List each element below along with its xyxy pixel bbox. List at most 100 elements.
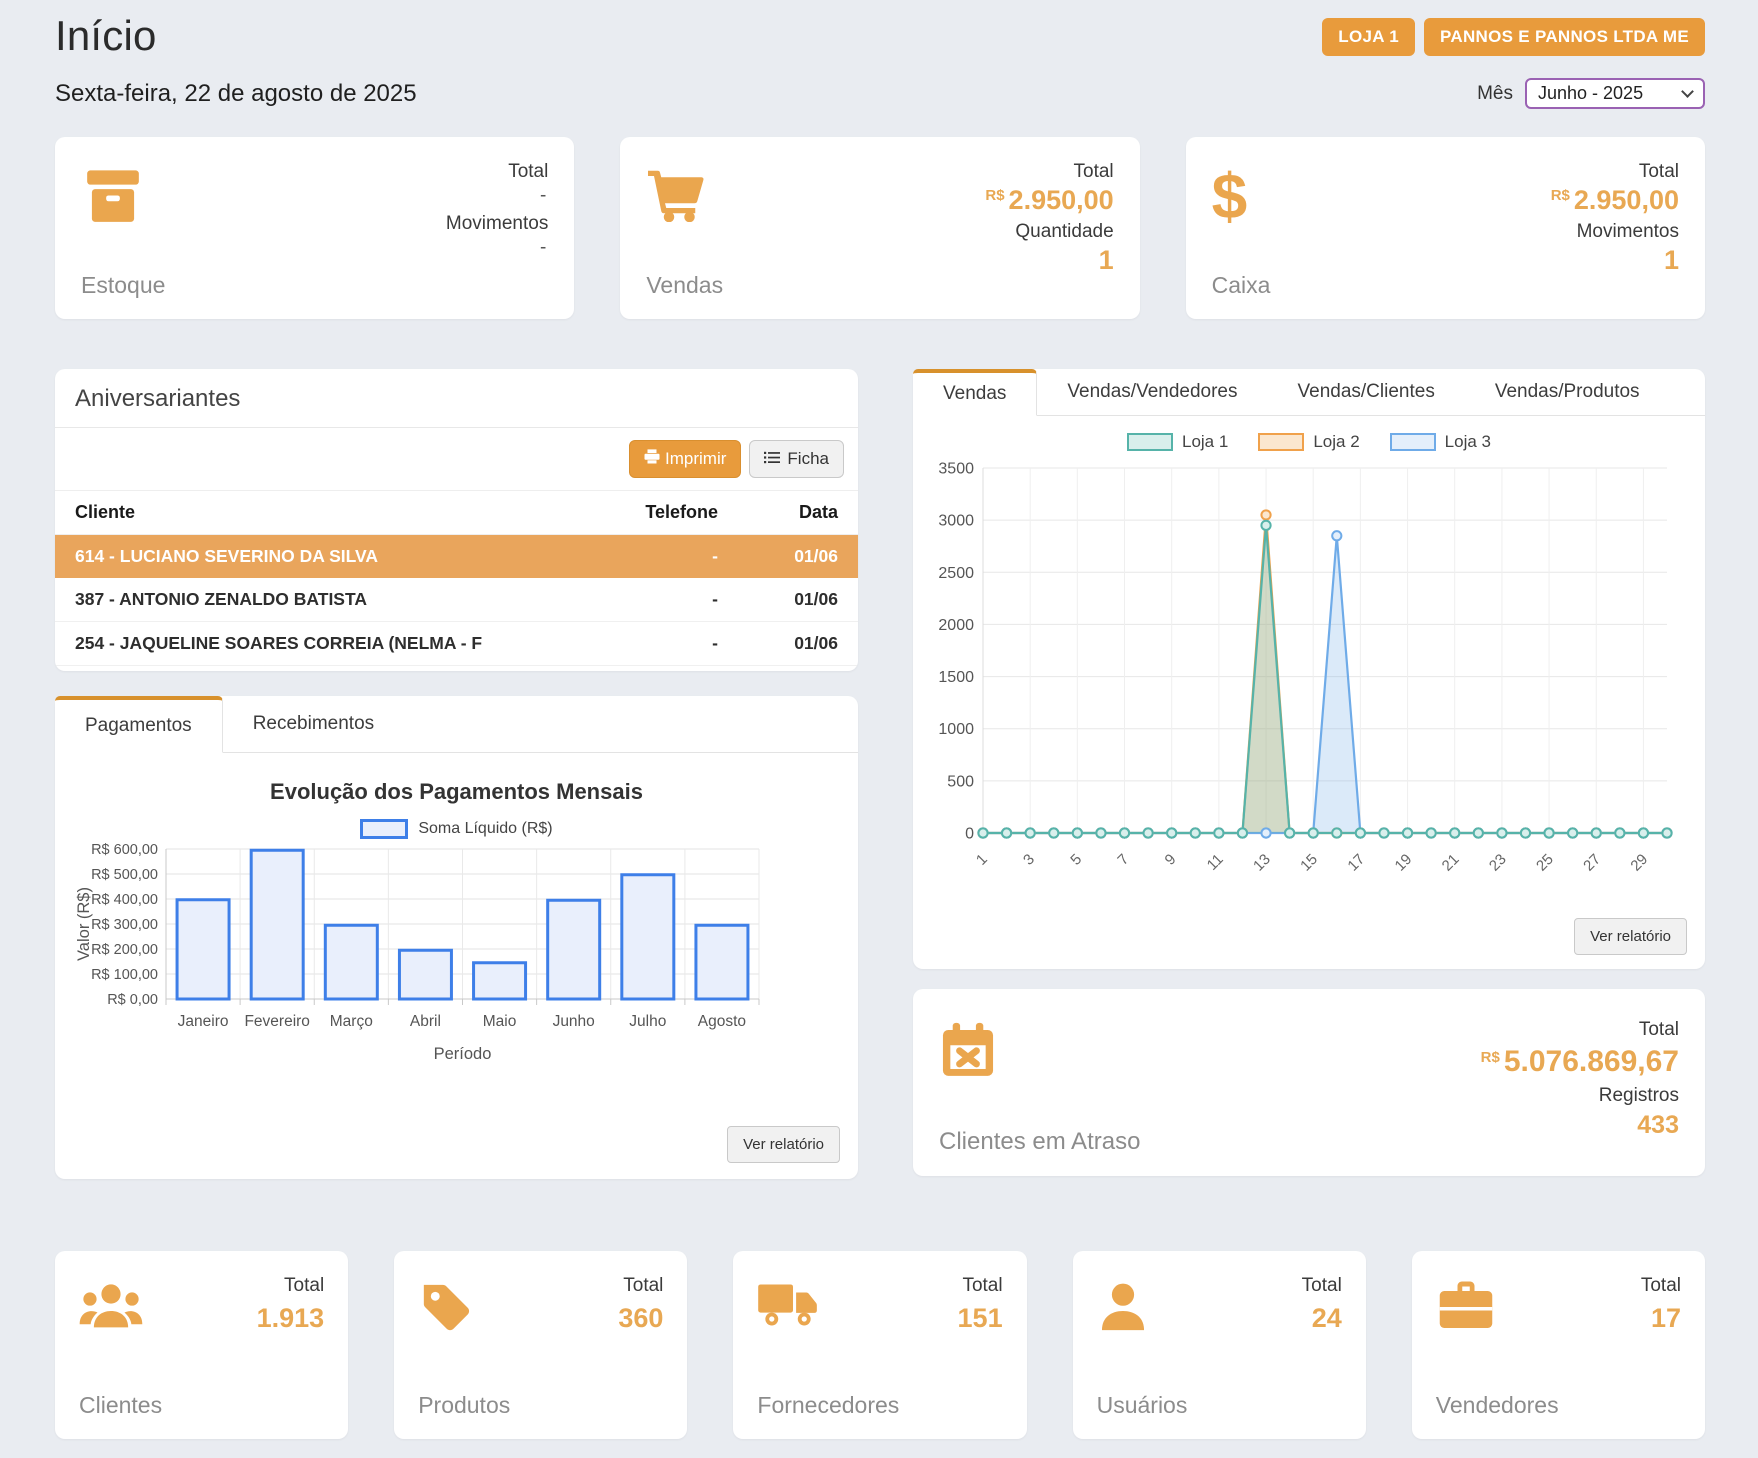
summary-card-clientes[interactable]: Clientes Total 1.913 xyxy=(55,1251,348,1439)
svg-text:R$ 400,00: R$ 400,00 xyxy=(91,892,158,908)
summary-card-right: Total24 xyxy=(1302,1273,1342,1419)
summary-card-title: Usuários xyxy=(1097,1392,1188,1419)
tab-vendas-produtos[interactable]: Vendas/Produtos xyxy=(1465,369,1670,415)
archive-icon xyxy=(81,167,165,230)
truck-icon xyxy=(757,1279,899,1334)
payments-bar-chart: R$ 0,00R$ 100,00R$ 200,00R$ 300,00R$ 400… xyxy=(71,843,771,1069)
payments-ver-relatorio-button[interactable]: Ver relatório xyxy=(727,1126,840,1163)
stat-card-left: Estoque xyxy=(81,159,165,299)
svg-text:Maio: Maio xyxy=(483,1013,517,1030)
month-select[interactable]: Junho - 2025 xyxy=(1525,78,1705,109)
summary-card-left: Usuários xyxy=(1097,1273,1188,1419)
svg-text:2000: 2000 xyxy=(938,617,974,634)
summary-card-usu-rios[interactable]: Usuários Total24 xyxy=(1073,1251,1366,1439)
header-right: LOJA 1 PANNOS E PANNOS LTDA ME Mês Junho… xyxy=(1322,12,1705,109)
stat-metric-value: R$2.950,00 xyxy=(985,186,1113,214)
svg-text:7: 7 xyxy=(1114,851,1132,869)
svg-text:19: 19 xyxy=(1392,851,1416,875)
company-button[interactable]: PANNOS E PANNOS LTDA ME xyxy=(1424,18,1705,56)
column-cliente: Cliente xyxy=(75,502,548,523)
svg-text:1500: 1500 xyxy=(938,669,974,686)
svg-text:9: 9 xyxy=(1162,851,1180,869)
summary-card-left: Clientes xyxy=(79,1273,162,1419)
middle-area: Aniversariantes Imprimir Ficha Cliente T… xyxy=(55,369,1705,1179)
imprimir-button[interactable]: Imprimir xyxy=(629,440,741,478)
ficha-button[interactable]: Ficha xyxy=(749,440,844,478)
users-icon xyxy=(79,1279,162,1336)
overdue-right: Total R$5.076.869,67 Registros 433 xyxy=(1481,1013,1679,1156)
svg-text:R$ 0,00: R$ 0,00 xyxy=(107,992,158,1008)
svg-text:29: 29 xyxy=(1627,851,1651,875)
overdue-registros-value: 433 xyxy=(1637,1111,1679,1140)
summary-card-title: Produtos xyxy=(418,1392,510,1419)
header: Início Sexta-feira, 22 de agosto de 2025… xyxy=(55,12,1705,109)
month-row: Mês Junho - 2025 xyxy=(1477,78,1705,109)
aniversariantes-title: Aniversariantes xyxy=(55,369,858,428)
tab-recebimentos[interactable]: Recebimentos xyxy=(223,696,404,752)
legend-item[interactable]: Loja 1 xyxy=(1127,432,1228,452)
stat-metric-label: Movimentos xyxy=(446,213,548,235)
legend-item[interactable]: Loja 2 xyxy=(1258,432,1359,452)
summary-card-value: 360 xyxy=(618,1303,663,1334)
summary-card-fornecedores[interactable]: FornecedoresTotal151 xyxy=(733,1251,1026,1439)
row-data: 01/06 xyxy=(718,633,838,654)
legend-item[interactable]: Loja 3 xyxy=(1390,432,1491,452)
table-row[interactable]: 614 - LUCIANO SEVERINO DA SILVA-01/06 xyxy=(55,535,858,578)
row-cliente: 254 - JAQUELINE SOARES CORREIA (NELMA - … xyxy=(75,633,548,654)
sales-ver-relatorio-button[interactable]: Ver relatório xyxy=(1574,918,1687,955)
legend-swatch xyxy=(1258,433,1304,451)
list-icon xyxy=(764,449,780,469)
svg-text:R$ 300,00: R$ 300,00 xyxy=(91,917,158,933)
store-button[interactable]: LOJA 1 xyxy=(1322,18,1415,56)
overdue-total-value: R$5.076.869,67 xyxy=(1481,1045,1679,1079)
svg-text:15: 15 xyxy=(1297,851,1321,875)
tab-pagamentos[interactable]: Pagamentos xyxy=(55,696,223,753)
table-row[interactable]: 387 - ANTONIO ZENALDO BATISTA-01/06 xyxy=(55,578,858,622)
month-select-value: Junho - 2025 xyxy=(1538,83,1643,104)
summary-card-label: Total xyxy=(1302,1275,1342,1297)
stat-metric-label: Total xyxy=(1074,161,1114,183)
svg-text:3000: 3000 xyxy=(938,513,974,530)
stat-metric-label: Total xyxy=(508,161,548,183)
chevron-down-icon xyxy=(1681,85,1694,98)
svg-text:5: 5 xyxy=(1067,851,1085,869)
payments-panel: PagamentosRecebimentos Evolução dos Paga… xyxy=(55,696,858,1179)
tab-vendas-clientes[interactable]: Vendas/Clientes xyxy=(1268,369,1465,415)
stat-metric-label: Quantidade xyxy=(1015,221,1113,243)
svg-text:21: 21 xyxy=(1439,851,1463,875)
svg-text:Abril: Abril xyxy=(410,1013,441,1030)
svg-text:3: 3 xyxy=(1020,851,1038,869)
summary-card-label: Total xyxy=(623,1275,663,1297)
summary-card-label: Total xyxy=(284,1275,324,1297)
sales-panel: VendasVendas/VendedoresVendas/ClientesVe… xyxy=(913,369,1705,969)
summary-card-title: Vendedores xyxy=(1436,1392,1559,1419)
stat-metric-label: Total xyxy=(1639,161,1679,183)
summary-card-label: Total xyxy=(962,1275,1002,1297)
summary-card-vendedores[interactable]: VendedoresTotal17 xyxy=(1412,1251,1705,1439)
payments-tabs: PagamentosRecebimentos xyxy=(55,696,858,753)
row-data: 01/06 xyxy=(718,546,838,567)
summary-card-produtos[interactable]: Produtos Total 360 xyxy=(394,1251,687,1439)
legend-label: Loja 3 xyxy=(1445,432,1491,452)
table-row[interactable]: 254 - JAQUELINE SOARES CORREIA (NELMA - … xyxy=(55,622,858,666)
stat-card-metrics: TotalR$2.950,00Quantidade1 xyxy=(985,159,1113,299)
svg-text:Período: Período xyxy=(434,1045,492,1063)
tab-vendas[interactable]: Vendas xyxy=(913,369,1037,416)
payments-chart-title: Evolução dos Pagamentos Mensais xyxy=(55,779,858,805)
legend-label: Loja 1 xyxy=(1182,432,1228,452)
svg-text:1000: 1000 xyxy=(938,721,974,738)
stat-card-vendas: VendasTotalR$2.950,00Quantidade1 xyxy=(620,137,1139,319)
sales-chart: 0500100015002000250030003500135791113151… xyxy=(913,452,1705,916)
left-column: Aniversariantes Imprimir Ficha Cliente T… xyxy=(55,369,858,1179)
stat-metric-value: 1 xyxy=(1664,246,1679,274)
month-label: Mês xyxy=(1477,83,1513,105)
tab-vendas-vendedores[interactable]: Vendas/Vendedores xyxy=(1037,369,1267,415)
summary-card-value: 1.913 xyxy=(257,1303,325,1334)
page-date: Sexta-feira, 22 de agosto de 2025 xyxy=(55,80,417,108)
payments-chart: R$ 0,00R$ 100,00R$ 200,00R$ 300,00R$ 400… xyxy=(71,843,858,1074)
svg-text:Janeiro: Janeiro xyxy=(178,1013,229,1030)
stat-card-estoque: Estoque Total-Movimentos- xyxy=(55,137,574,319)
legend-swatch xyxy=(1390,433,1436,451)
stat-card-metrics: Total-Movimentos- xyxy=(446,159,548,299)
overdue-card: Clientes em Atraso Total R$5.076.869,67 … xyxy=(913,989,1705,1176)
